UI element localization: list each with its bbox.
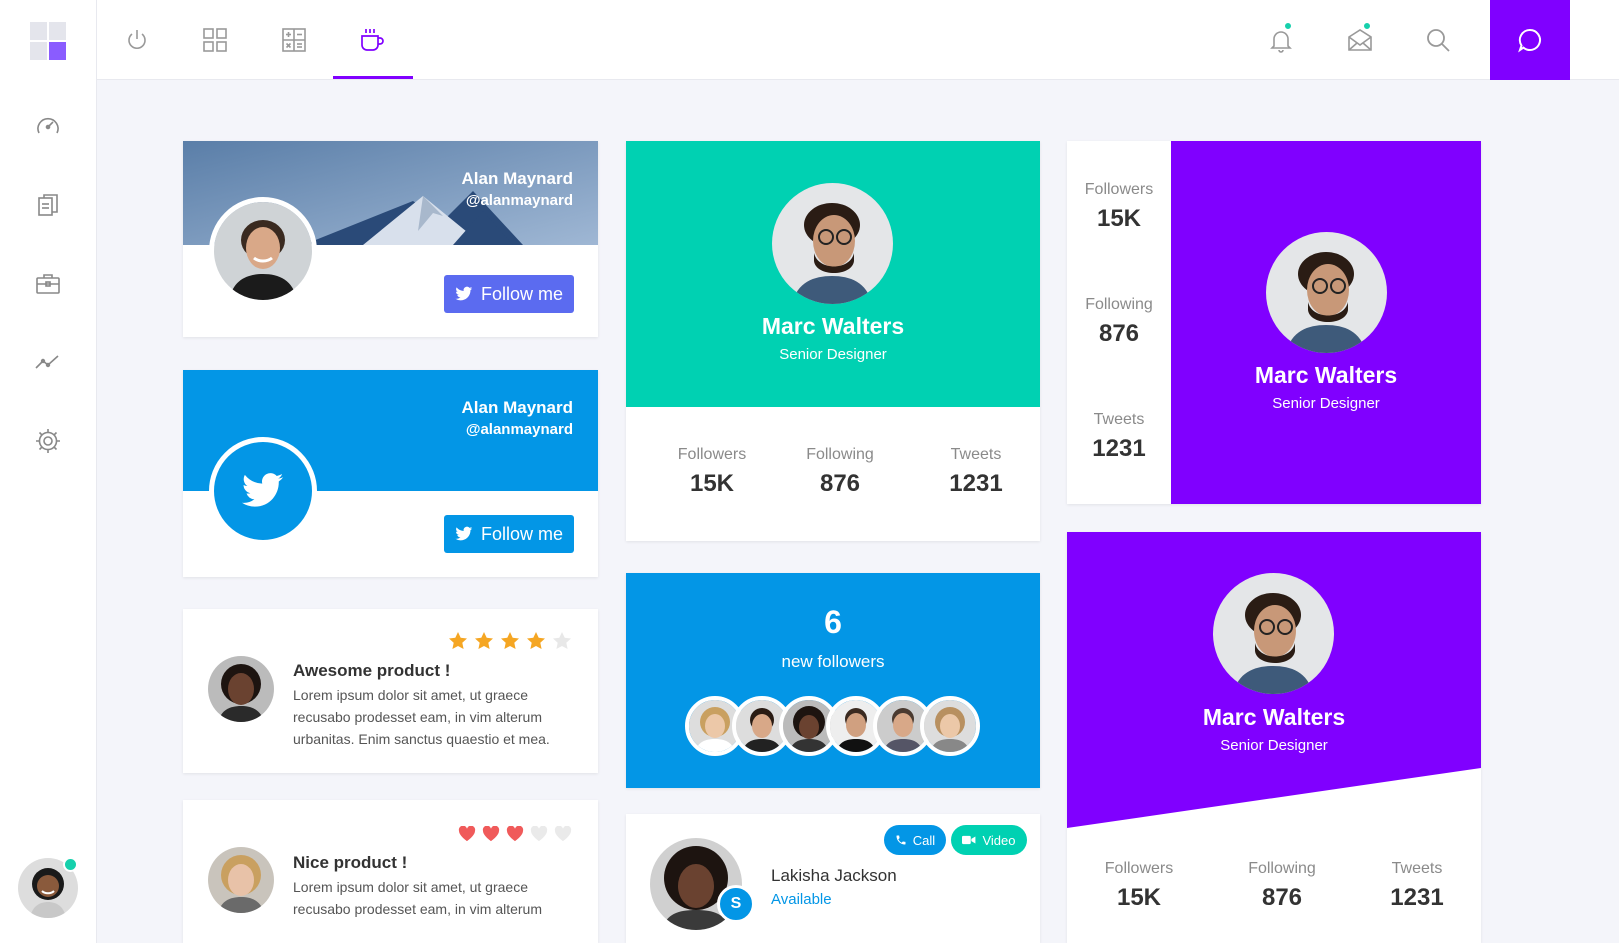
heart-icon bbox=[506, 826, 524, 842]
reviewer-avatar bbox=[208, 847, 274, 913]
profile-name: Marc Walters bbox=[761, 313, 905, 339]
mail-icon[interactable] bbox=[1344, 24, 1376, 56]
heart-icon bbox=[482, 826, 500, 842]
mail-dot bbox=[1362, 21, 1372, 31]
heart-rating bbox=[458, 826, 572, 842]
follow-button-label: Follow me bbox=[480, 283, 564, 304]
follower-avatar[interactable] bbox=[920, 696, 980, 756]
online-status-dot bbox=[63, 857, 78, 872]
follow-button-label: Follow me bbox=[480, 523, 564, 544]
skype-icon: S bbox=[717, 885, 755, 923]
new-followers-label: new followers bbox=[781, 652, 885, 671]
active-tab-indicator bbox=[333, 76, 413, 79]
twitter-icon bbox=[455, 526, 473, 541]
chat-icon bbox=[1518, 28, 1541, 53]
chat-button[interactable] bbox=[1490, 0, 1570, 80]
profile-role: Senior Designer bbox=[1220, 737, 1328, 754]
review-card-1: Awesome product ! Lorem ipsum dolor sit … bbox=[183, 609, 598, 773]
new-followers-count: 6 bbox=[824, 604, 842, 640]
bell-icon[interactable] bbox=[1265, 24, 1297, 56]
profile-handle: @alanmaynard bbox=[465, 421, 573, 438]
star-icon bbox=[475, 632, 493, 649]
profile-role: Senior Designer bbox=[779, 346, 887, 363]
contact-card: Call Video S Lakisha Jackson Available bbox=[626, 814, 1040, 943]
profile-role: Senior Designer bbox=[1272, 395, 1380, 412]
contact-status: Available bbox=[771, 891, 832, 908]
profile-avatar bbox=[1266, 232, 1387, 353]
stat-tweets: Tweets 1231 bbox=[949, 446, 1003, 497]
profile-name: Marc Walters bbox=[1202, 704, 1346, 730]
speedometer-icon[interactable] bbox=[34, 113, 62, 141]
briefcase-icon[interactable] bbox=[34, 270, 62, 298]
stat-tweets: Tweets 1231 bbox=[1390, 860, 1444, 911]
profile-avatar bbox=[1213, 573, 1334, 694]
phone-icon bbox=[896, 835, 906, 845]
gear-icon[interactable] bbox=[34, 427, 62, 455]
heart-empty-icon bbox=[554, 826, 572, 842]
profile-card-marc-purple: Marc Walters Senior Designer Followers 1… bbox=[1067, 532, 1481, 943]
follow-button[interactable]: Follow me bbox=[444, 275, 574, 313]
heart-icon bbox=[458, 826, 476, 842]
notification-dot bbox=[1283, 21, 1293, 31]
profile-avatar bbox=[772, 183, 893, 304]
video-icon bbox=[962, 835, 976, 845]
stat-followers: Followers 15K bbox=[1104, 860, 1174, 911]
documents-icon[interactable] bbox=[34, 191, 62, 219]
profile-card-alan-2: Alan Maynard @alanmaynard Follow me bbox=[183, 370, 598, 577]
video-button[interactable]: Video bbox=[951, 825, 1027, 855]
star-icon bbox=[527, 632, 545, 649]
chart-line-icon[interactable] bbox=[34, 348, 62, 376]
stat-followers: Followers 15K bbox=[1084, 181, 1154, 232]
profile-name: Marc Walters bbox=[1254, 362, 1398, 388]
profile-name: Alan Maynard bbox=[461, 398, 573, 417]
star-icon bbox=[449, 632, 467, 649]
twitter-icon bbox=[241, 473, 284, 507]
sidebar bbox=[0, 0, 97, 943]
profile-card-marc-teal: Marc Walters Senior Designer Followers 1… bbox=[626, 141, 1040, 541]
profile-card-marc-side: Followers 15K Following 876 Tweets 1231 … bbox=[1067, 141, 1481, 504]
topbar bbox=[97, 0, 1619, 80]
calculator-icon[interactable] bbox=[278, 24, 310, 56]
new-followers-card: 6 new followers bbox=[626, 573, 1040, 788]
stat-tweets: Tweets 1231 bbox=[1092, 411, 1146, 462]
star-empty-icon bbox=[553, 632, 571, 649]
video-label: Video bbox=[982, 832, 1016, 848]
twitter-icon bbox=[455, 286, 473, 301]
stat-following: Following 876 bbox=[1248, 860, 1316, 911]
search-icon[interactable] bbox=[1422, 24, 1454, 56]
heart-empty-icon bbox=[530, 826, 548, 842]
contact-name: Lakisha Jackson bbox=[771, 866, 897, 885]
star-rating bbox=[448, 631, 572, 651]
review-body: Lorem ipsum dolor sit amet, ut graece re… bbox=[293, 879, 542, 917]
twitter-avatar bbox=[209, 437, 317, 545]
coffee-icon[interactable] bbox=[356, 24, 388, 56]
grid-icon[interactable] bbox=[199, 24, 231, 56]
profile-name: Alan Maynard bbox=[461, 169, 573, 188]
review-body: Lorem ipsum dolor sit amet, ut graece re… bbox=[293, 687, 550, 747]
reviewer-avatar bbox=[208, 656, 274, 722]
stat-followers: Followers 15K bbox=[677, 446, 747, 497]
review-title: Nice product ! bbox=[293, 853, 408, 872]
star-icon bbox=[501, 632, 519, 649]
call-button[interactable]: Call bbox=[884, 825, 946, 855]
follow-button[interactable]: Follow me bbox=[444, 515, 574, 553]
review-card-2: Nice product ! Lorem ipsum dolor sit ame… bbox=[183, 800, 598, 943]
profile-avatar bbox=[209, 197, 317, 305]
stat-following: Following 876 bbox=[1085, 296, 1153, 347]
review-title: Awesome product ! bbox=[293, 661, 451, 680]
app-logo[interactable] bbox=[30, 22, 66, 60]
power-icon[interactable] bbox=[121, 24, 153, 56]
call-label: Call bbox=[912, 832, 936, 848]
profile-card-alan-1: Alan Maynard @alanmaynard Follow me bbox=[183, 141, 598, 337]
profile-handle: @alanmaynard bbox=[465, 192, 573, 209]
stat-following: Following 876 bbox=[806, 446, 874, 497]
purple-panel: Marc Walters Senior Designer bbox=[1171, 141, 1481, 504]
